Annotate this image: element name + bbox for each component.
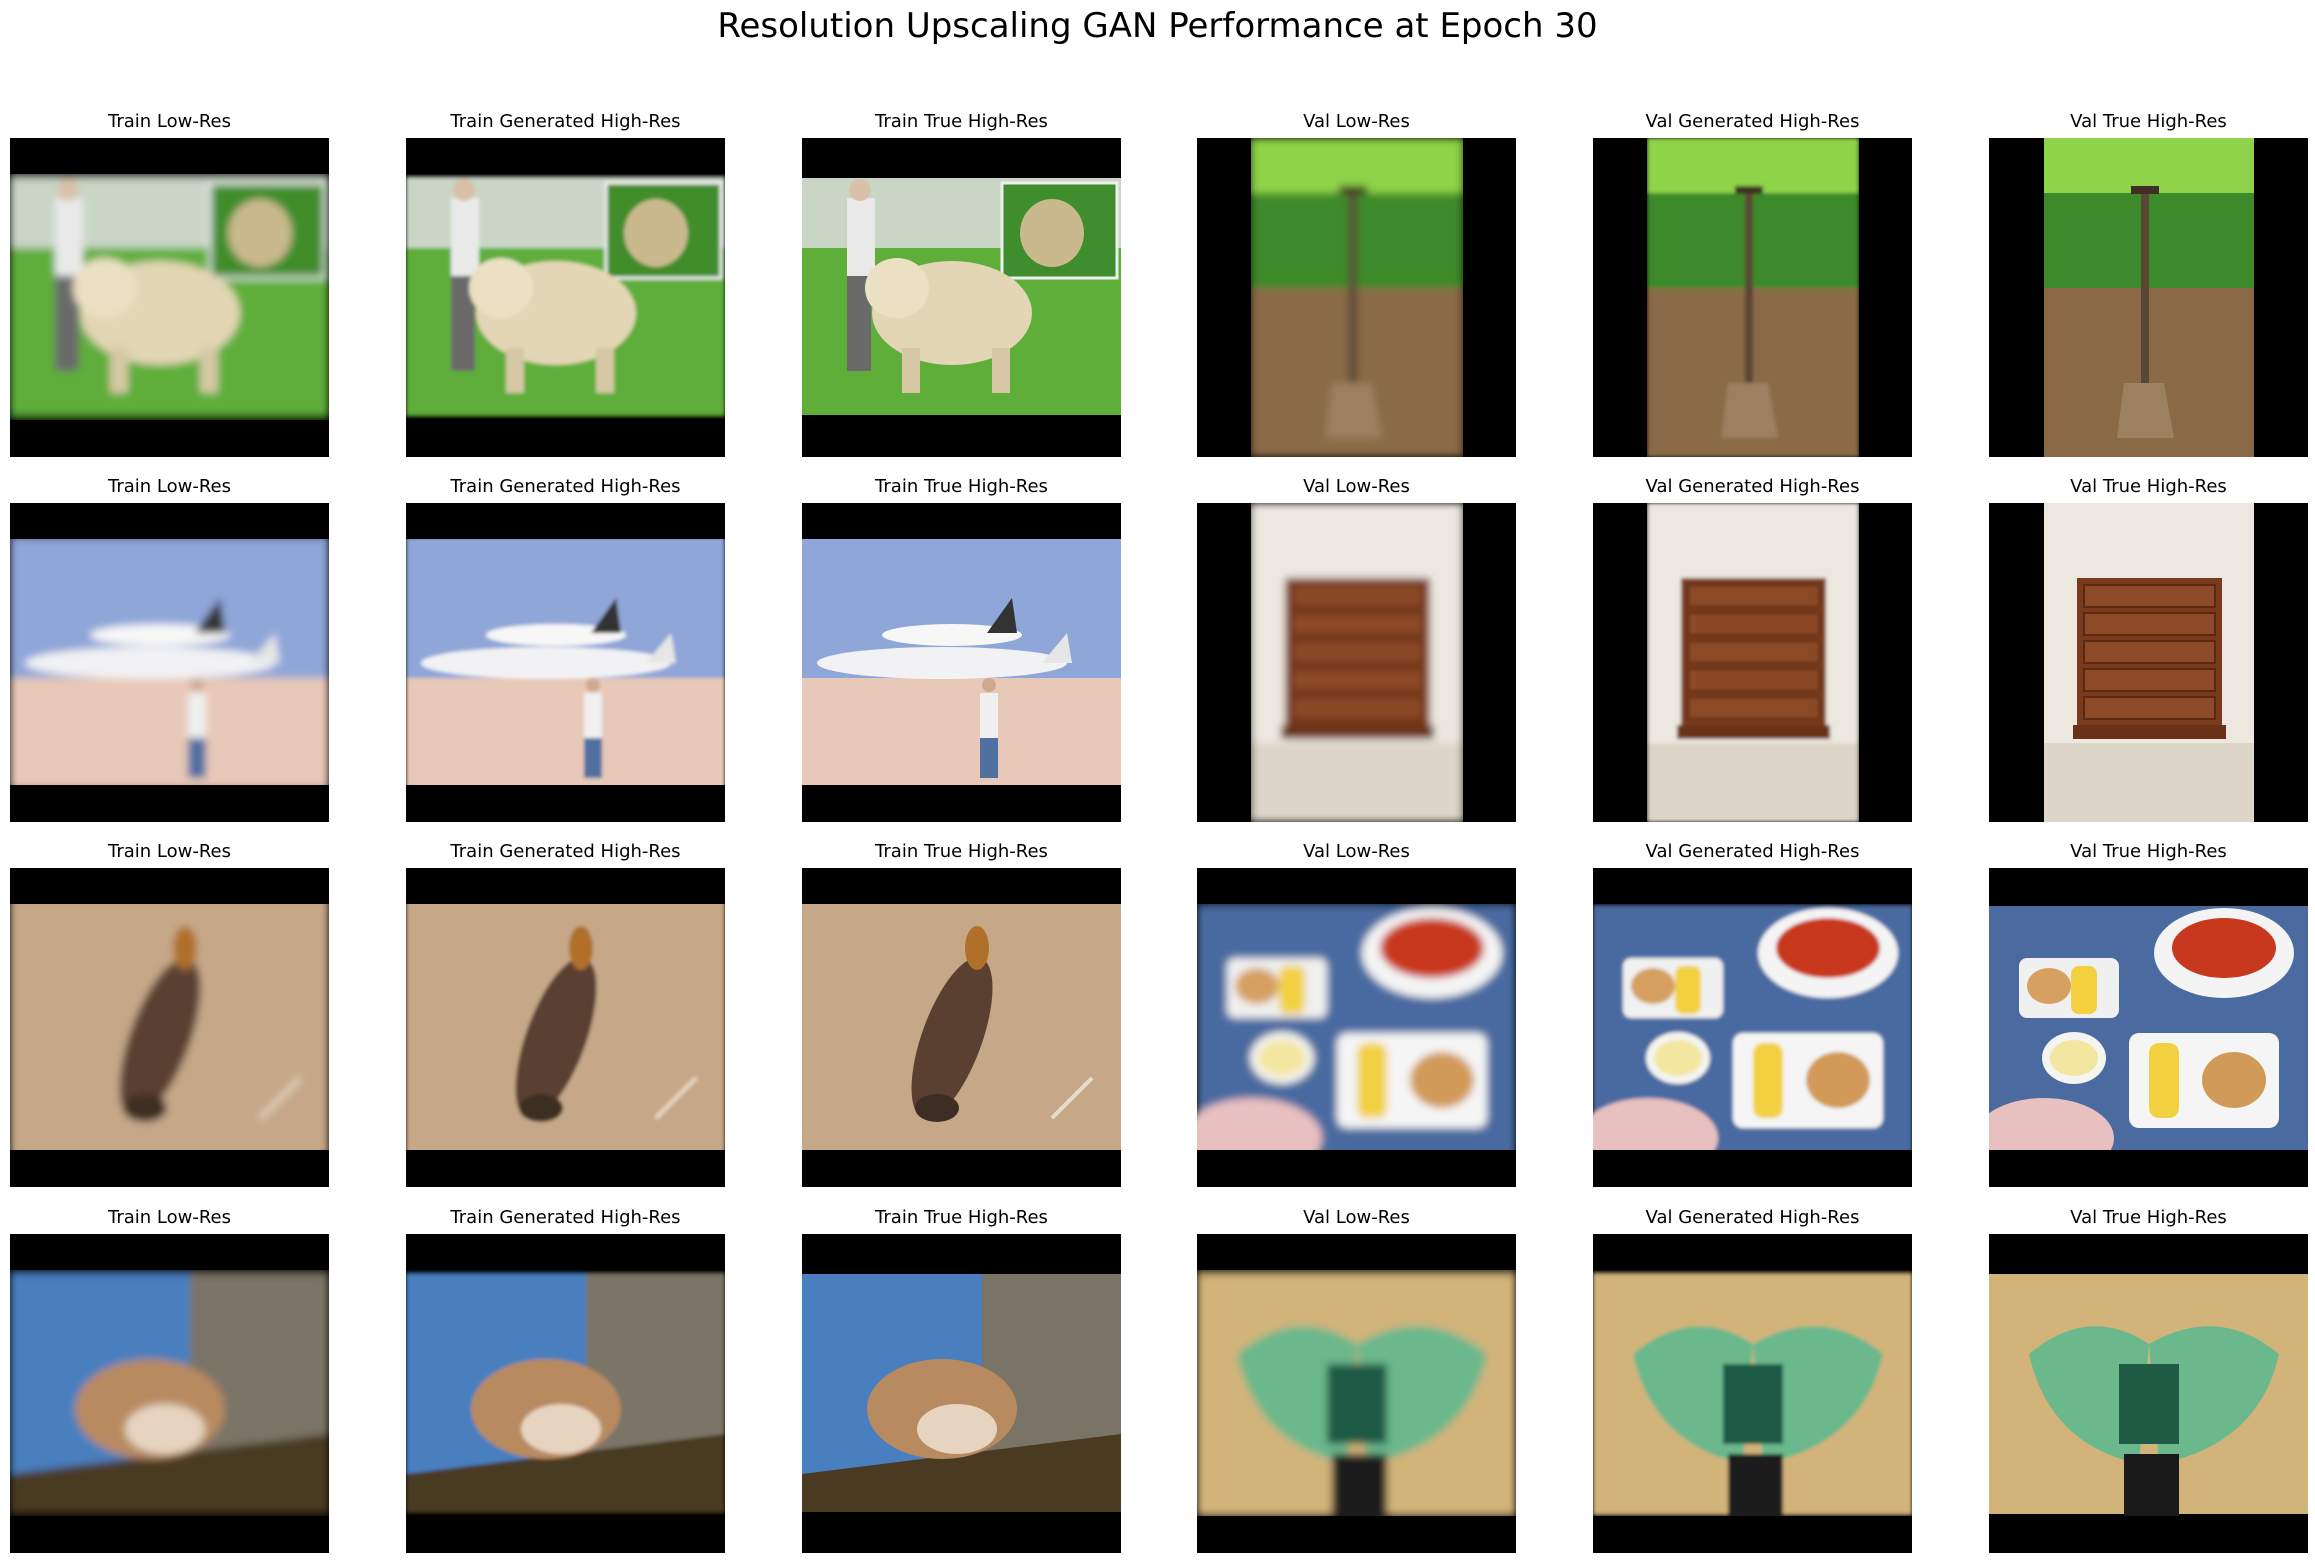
val-low-res-image (1197, 503, 1516, 822)
panel-title: Val Generated High-Res (1645, 111, 1860, 132)
train-generated-high-res-image (406, 503, 725, 822)
panel-title: Val True High-Res (2070, 476, 2227, 497)
val-true-high-res-image (1989, 503, 2308, 822)
panel-title: Train Low-Res (107, 841, 231, 862)
panel-title: Train True High-Res (875, 476, 1048, 497)
panel-title: Train Low-Res (107, 1207, 231, 1228)
panel-title: Val Low-Res (1303, 1207, 1410, 1228)
panel-title: Train Low-Res (107, 476, 231, 497)
val-true-high-res-image (1989, 868, 2308, 1187)
train-generated-high-res-image (406, 1234, 725, 1553)
train-generated-high-res-image (406, 868, 725, 1187)
panel-title: Val Low-Res (1303, 476, 1410, 497)
train-true-high-res-image (802, 868, 1121, 1187)
panel-title: Val Low-Res (1303, 841, 1410, 862)
panel-title: Train True High-Res (875, 841, 1048, 862)
train-low-res-image (10, 1234, 329, 1553)
panel-title: Val True High-Res (2070, 1207, 2227, 1228)
panel-title: Train Generated High-Res (450, 1207, 681, 1228)
val-generated-high-res-image (1593, 868, 1912, 1187)
train-true-high-res-image (802, 1234, 1121, 1553)
panel-title: Val Generated High-Res (1645, 841, 1860, 862)
panel-title: Train Generated High-Res (450, 476, 681, 497)
val-low-res-image (1197, 868, 1516, 1187)
panel-title: Val True High-Res (2070, 841, 2227, 862)
panel-title: Val True High-Res (2070, 111, 2227, 132)
panel-title: Val Generated High-Res (1645, 1207, 1860, 1228)
panel-title: Train Generated High-Res (450, 841, 681, 862)
train-low-res-image (10, 868, 329, 1187)
panel-title: Train Low-Res (107, 111, 231, 132)
train-true-high-res-image (802, 138, 1121, 457)
val-generated-high-res-image (1593, 503, 1912, 822)
train-low-res-image (10, 503, 329, 822)
val-generated-high-res-image (1593, 1234, 1912, 1553)
panel-title: Train Generated High-Res (450, 111, 681, 132)
panel-title: Val Generated High-Res (1645, 476, 1860, 497)
train-generated-high-res-image (406, 138, 725, 457)
val-true-high-res-image (1989, 138, 2308, 457)
panel-title: Val Low-Res (1303, 111, 1410, 132)
val-true-high-res-image (1989, 1234, 2308, 1553)
val-generated-high-res-image (1593, 138, 1912, 457)
figure-title: Resolution Upscaling GAN Performance at … (717, 6, 1598, 46)
train-low-res-image (10, 138, 329, 457)
train-true-high-res-image (802, 503, 1121, 822)
val-low-res-image (1197, 1234, 1516, 1553)
val-low-res-image (1197, 138, 1516, 457)
panel-title: Train True High-Res (875, 1207, 1048, 1228)
panel-title: Train True High-Res (875, 111, 1048, 132)
